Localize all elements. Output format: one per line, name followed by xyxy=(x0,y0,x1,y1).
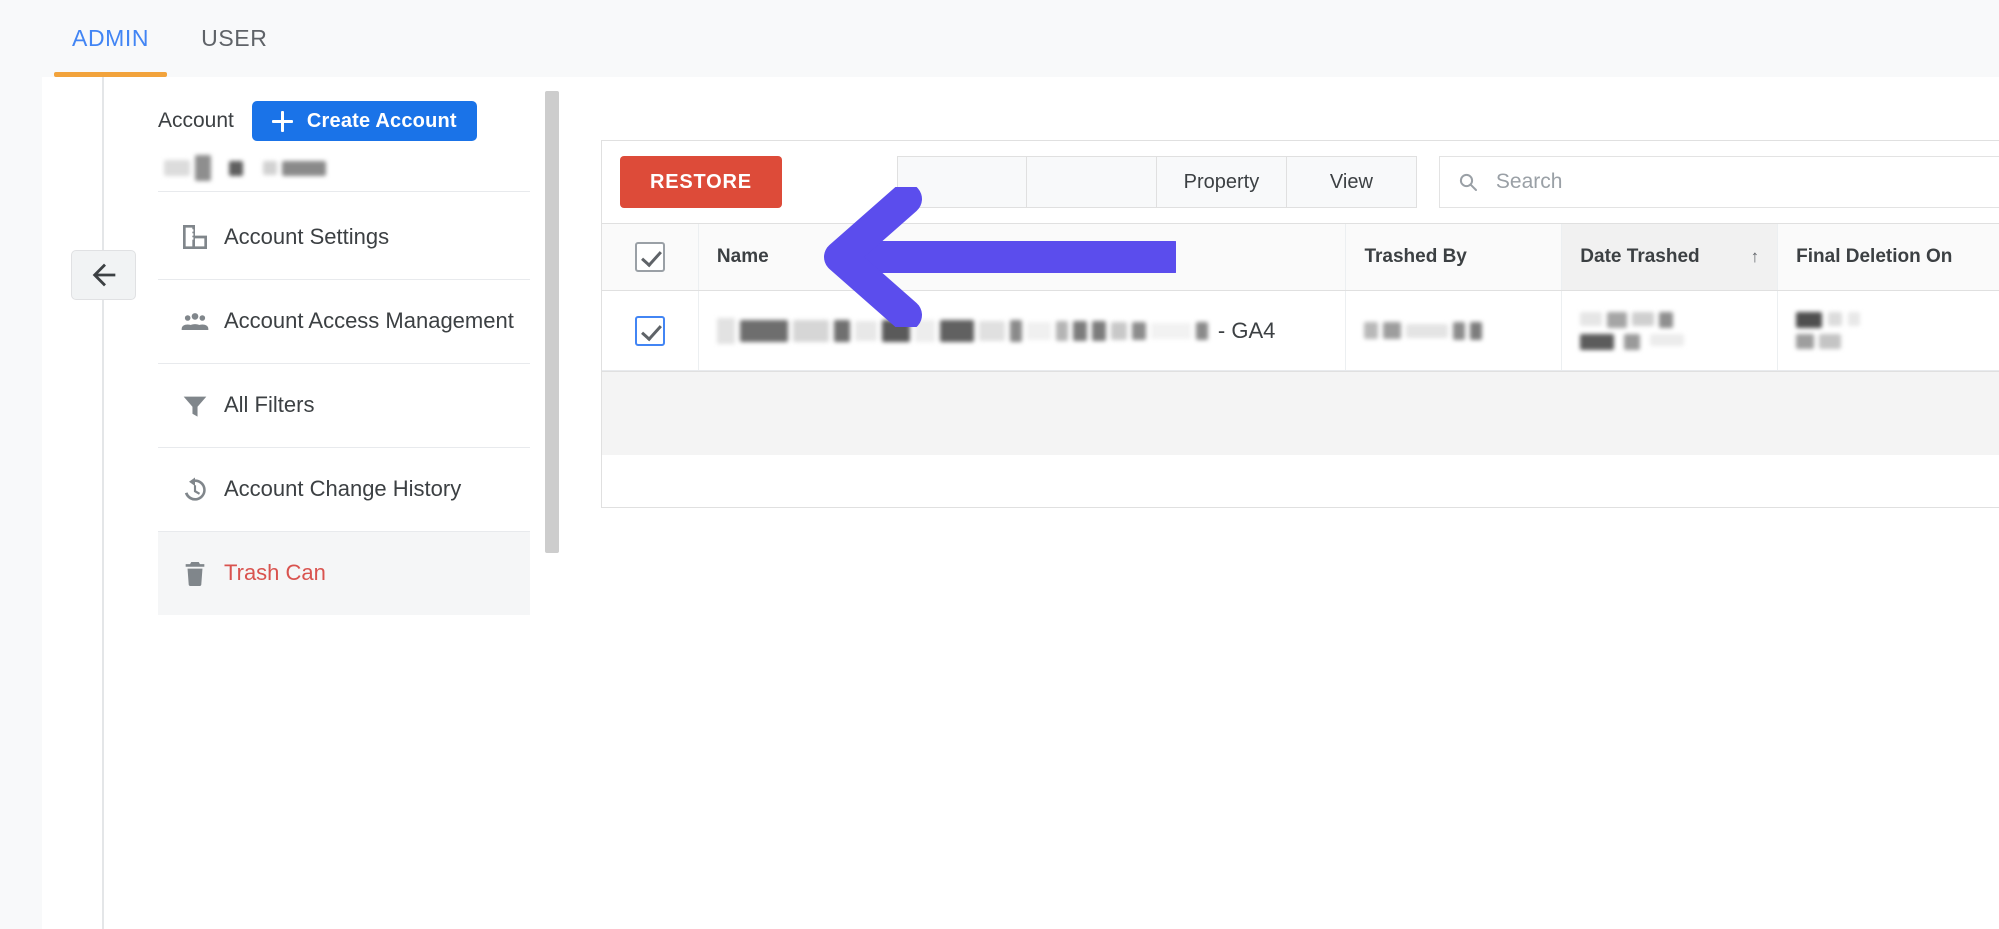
tab-admin[interactable]: ADMIN xyxy=(46,0,175,77)
select-all-header-cell[interactable] xyxy=(602,224,698,290)
select-all-checkbox[interactable] xyxy=(634,242,665,272)
segment-button-1[interactable] xyxy=(896,156,1027,208)
funnel-icon xyxy=(166,390,224,422)
column-header-date-trashed[interactable]: Date Trashed ↑ xyxy=(1561,224,1778,290)
sidebar-item-label: Account Change History xyxy=(224,476,462,502)
sidebar-item-trash-can[interactable]: Trash Can xyxy=(158,531,530,615)
people-icon xyxy=(166,306,224,338)
name-suffix: - GA4 xyxy=(1217,317,1276,343)
redacted-property-name xyxy=(716,317,1208,344)
search-box[interactable] xyxy=(1438,156,1999,208)
sort-ascending-icon: ↑ xyxy=(1750,247,1760,266)
cell-final-deletion-on xyxy=(1777,291,1999,370)
create-account-label: Create Account xyxy=(306,109,457,132)
left-rail xyxy=(0,77,42,929)
segment-button-2[interactable] xyxy=(1026,156,1157,208)
tab-admin-label: ADMIN xyxy=(72,25,150,51)
tab-user[interactable]: USER xyxy=(175,0,293,77)
account-label: Account xyxy=(158,109,234,132)
sidebar-item-account-settings[interactable]: Account Settings xyxy=(158,195,530,279)
top-tab-bar: ADMIN USER xyxy=(0,0,1999,77)
table-footer xyxy=(602,371,1999,455)
selected-account-value[interactable] xyxy=(164,155,326,181)
sidebar-scrollbar-thumb[interactable] xyxy=(545,91,559,553)
column-header-label: Date Trashed xyxy=(1580,246,1700,267)
cell-date-trashed xyxy=(1561,291,1777,370)
sidebar-item-label: Account Access Management xyxy=(224,308,514,334)
sidebar-item-label: Trash Can xyxy=(224,560,326,586)
sidebar-item-label: All Filters xyxy=(224,392,315,418)
sidebar-item-account-change-history[interactable]: Account Change History xyxy=(158,447,530,531)
admin-sidebar: Account Create Account Account Settings … xyxy=(158,77,538,929)
collapse-sidebar-button[interactable] xyxy=(71,250,136,300)
table-row[interactable]: - GA4 xyxy=(602,291,1999,371)
column-header-label: Name xyxy=(716,246,769,267)
sidebar-item-account-access-management[interactable]: Account Access Management xyxy=(158,279,530,363)
column-header-final-deletion-on[interactable]: Final Deletion On xyxy=(1777,224,1999,290)
sidebar-item-all-filters[interactable]: All Filters xyxy=(158,363,530,447)
screen-root: ADMIN USER Account Create Account Accoun… xyxy=(0,0,1999,929)
entity-filter-segmented-control: Property View xyxy=(896,156,1417,208)
history-icon xyxy=(166,474,224,506)
page-body: Account Create Account Account Settings … xyxy=(0,77,1999,929)
restore-button[interactable]: RESTORE xyxy=(620,156,782,208)
arrow-left-icon xyxy=(92,263,115,287)
column-header-name[interactable]: Name xyxy=(697,224,1346,290)
cell-trashed-by xyxy=(1345,291,1561,370)
sidebar-divider xyxy=(158,191,530,192)
sidebar-item-label: Account Settings xyxy=(224,223,390,249)
row-select-cell[interactable] xyxy=(602,291,698,370)
redacted-trashed-by xyxy=(1364,321,1483,340)
create-account-button[interactable]: Create Account xyxy=(251,101,477,141)
redacted-date-trashed xyxy=(1580,311,1685,350)
column-header-label: Final Deletion On xyxy=(1796,246,1953,267)
trash-can-panel: RESTORE Property View Search Name Trashe… xyxy=(601,140,1999,508)
trash-toolbar: RESTORE Property View xyxy=(602,141,1999,223)
search-input[interactable] xyxy=(1493,169,1996,195)
table-header-row: Name Trashed By Date Trashed ↑ Final Del… xyxy=(602,223,1999,291)
tab-user-label: USER xyxy=(201,25,268,51)
segment-button-view[interactable]: View xyxy=(1286,156,1417,208)
cell-name: - GA4 xyxy=(697,291,1346,370)
column-header-trashed-by[interactable]: Trashed By xyxy=(1345,224,1561,290)
redacted-final-deletion-on xyxy=(1796,312,1861,349)
redacted-account-name xyxy=(164,155,326,181)
admin-nav-list: Account Settings Account Access Manageme… xyxy=(158,195,530,615)
column-header-label: Trashed By xyxy=(1364,246,1467,267)
search-icon xyxy=(1459,173,1477,191)
trash-icon xyxy=(166,558,224,590)
row-checkbox[interactable] xyxy=(634,315,665,346)
segment-button-property[interactable]: Property xyxy=(1156,156,1287,208)
building-icon xyxy=(166,221,224,253)
plus-icon xyxy=(271,110,293,132)
account-selector-row: Account Create Account xyxy=(158,101,477,141)
rail-divider xyxy=(102,77,104,929)
